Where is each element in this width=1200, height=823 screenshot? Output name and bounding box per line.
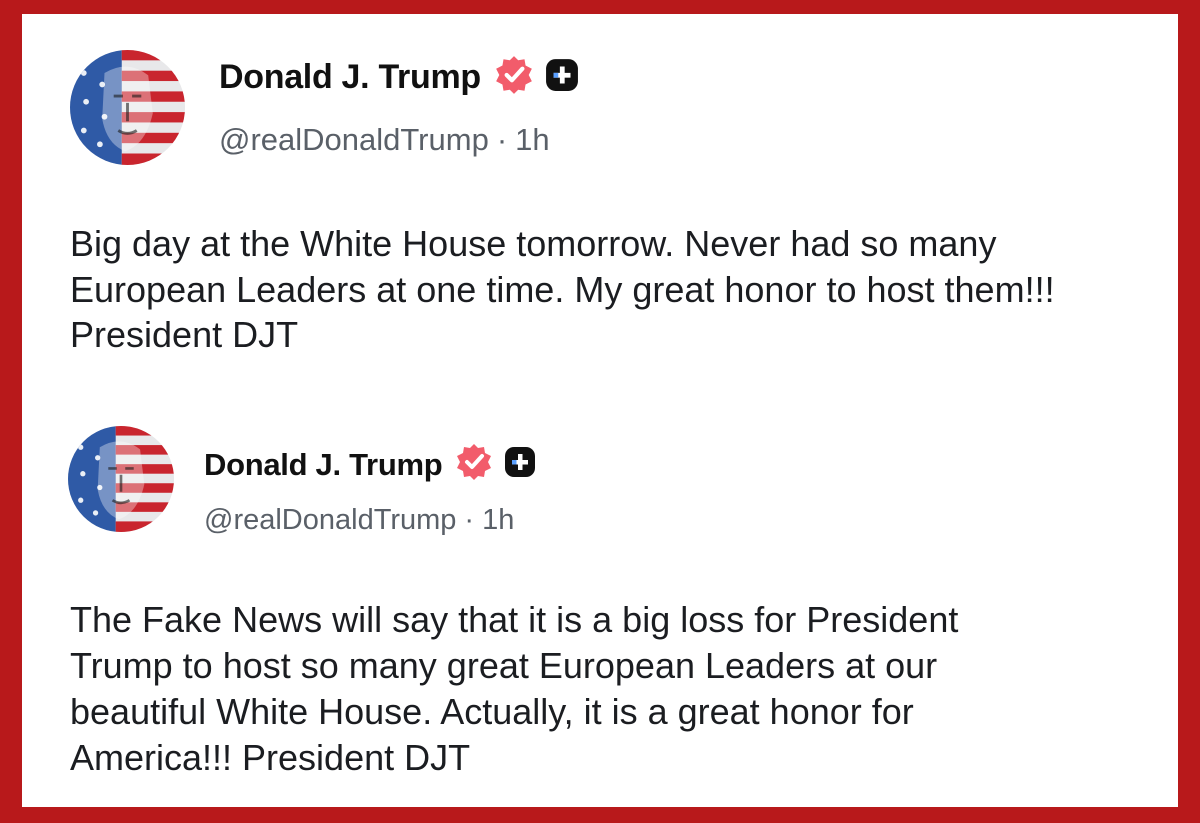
author-row: Donald J. Trump: [219, 54, 579, 101]
plus-badge-icon: [504, 446, 536, 483]
author-name[interactable]: Donald J. Trump: [219, 58, 481, 97]
handle[interactable]: @realDonaldTrump: [204, 504, 456, 536]
author-name[interactable]: Donald J. Trump: [204, 447, 443, 483]
separator: ·: [496, 122, 508, 157]
post-time[interactable]: 1h: [482, 504, 514, 536]
handle-row: @realDonaldTrump · 1h: [219, 122, 550, 158]
flag-portrait-avatar-icon: [68, 426, 174, 532]
separator: ·: [464, 504, 475, 536]
plus-badge-icon: [545, 58, 579, 97]
handle[interactable]: @realDonaldTrump: [219, 122, 489, 157]
post-text: Big day at the White House tomorrow. Nev…: [70, 223, 1055, 356]
avatar[interactable]: [70, 50, 185, 165]
handle-row: @realDonaldTrump · 1h: [204, 504, 514, 537]
screenshot-frame: Donald J. Trump @realDonaldTrump · 1h Big …: [22, 14, 1178, 807]
post-time[interactable]: 1h: [515, 122, 549, 157]
flag-portrait-avatar-icon: [70, 50, 185, 165]
verified-badge-icon: [493, 54, 535, 101]
author-row: Donald J. Trump: [204, 442, 536, 487]
post-text: The Fake News will say that it is a big …: [70, 599, 959, 779]
verified-badge-icon: [454, 442, 494, 487]
avatar[interactable]: [68, 426, 174, 532]
